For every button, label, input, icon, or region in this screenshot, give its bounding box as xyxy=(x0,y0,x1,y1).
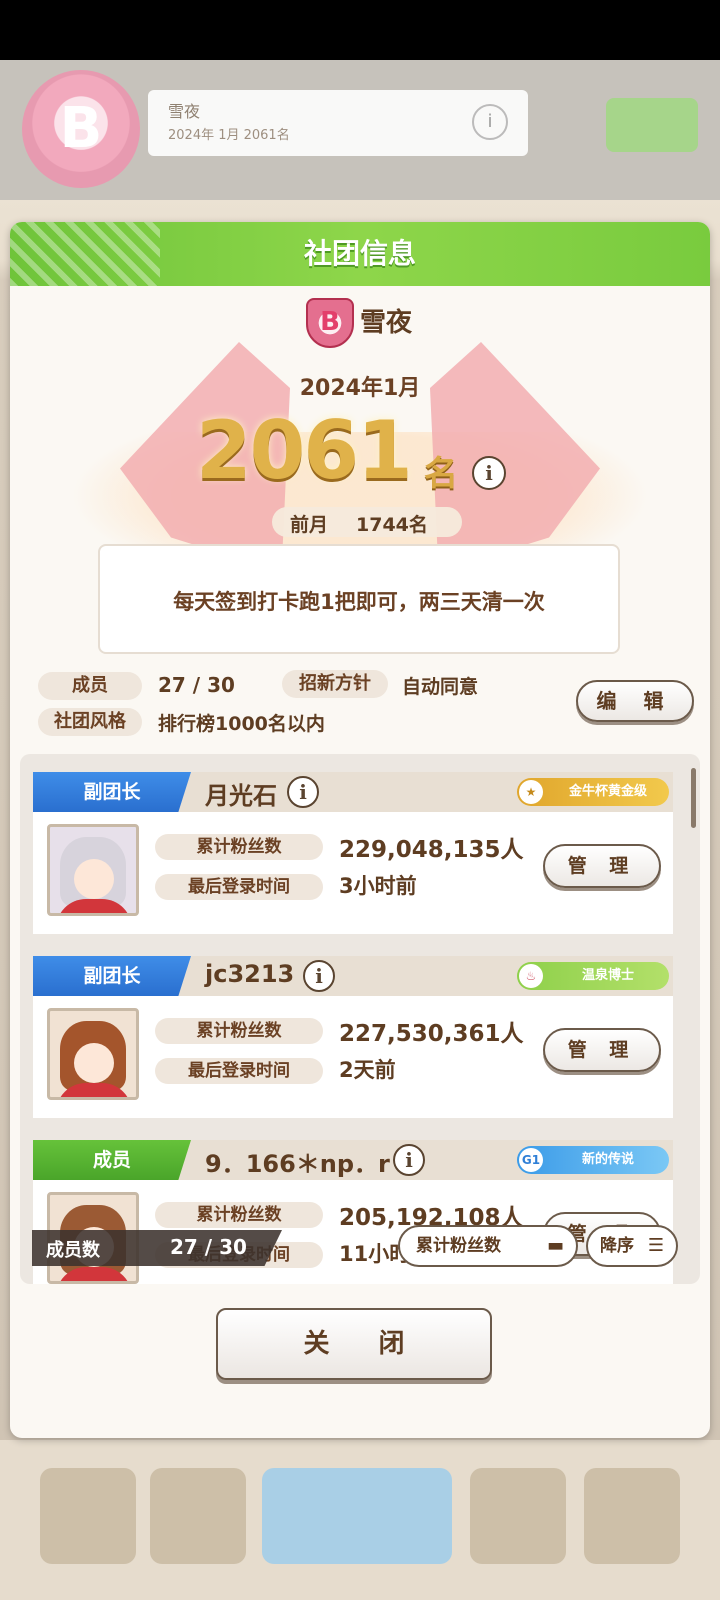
sort-order-button[interactable]: 降序 ☰ xyxy=(586,1225,678,1267)
last-login-label: 最后登录时间 xyxy=(155,1058,323,1084)
recruit-policy-label: 招新方针 xyxy=(282,670,388,698)
member-card-body: 累计粉丝数 227,530,361人 最后登录时间 2天前 管 理 xyxy=(33,996,673,1118)
ranking-unit: 名 xyxy=(424,454,458,494)
fans-label: 累计粉丝数 xyxy=(155,1202,323,1228)
member-list-scrollbar[interactable] xyxy=(691,768,696,828)
emblem-letter: B xyxy=(320,307,340,337)
background-tab-home xyxy=(262,1468,452,1564)
cards-icon: ▬ xyxy=(546,1235,564,1256)
previous-month-label: 前月 xyxy=(290,514,329,536)
fans-label: 累计粉丝数 xyxy=(155,1018,323,1044)
member-card-header: 副团长 月光石 i ★ 金牛杯黄金级 xyxy=(33,772,673,812)
ranking-number: 2061 xyxy=(196,404,413,497)
member-title-badge: ★ 金牛杯黄金级 xyxy=(517,778,669,806)
member-info-icon[interactable]: i xyxy=(393,1144,425,1176)
club-style-label: 社团风格 xyxy=(38,708,142,736)
fans-label: 累计粉丝数 xyxy=(155,834,323,860)
background-club-name-box: 雪夜 2024年 1月 2061名 i xyxy=(148,90,528,156)
member-list[interactable]: 副团长 月光石 i ★ 金牛杯黄金级 累计粉丝数 229,048,135人 最后登… xyxy=(20,754,700,1284)
sort-lines-icon: ☰ xyxy=(647,1235,664,1256)
previous-month-value: 1744名 xyxy=(356,514,428,536)
background-tab-4 xyxy=(470,1468,566,1564)
club-description: 每天签到打卡跑1把即可，两三天清一次 xyxy=(173,590,545,614)
sort-field-label: 累计粉丝数 xyxy=(416,1236,501,1256)
member-role: 副团长 xyxy=(33,956,191,996)
background-club-emblem: B xyxy=(22,70,140,188)
club-description-box: 每天签到打卡跑1把即可，两三天清一次 xyxy=(98,544,620,654)
dialog-header: 社团信息 xyxy=(10,222,710,286)
member-name: 9．166＊np．r xyxy=(205,1150,390,1178)
member-avatar[interactable] xyxy=(47,1008,139,1100)
sort-field-button[interactable]: 累计粉丝数 ▬ xyxy=(398,1225,578,1267)
background-club-name: 雪夜 xyxy=(168,102,201,121)
sort-order-label: 降序 xyxy=(600,1236,634,1256)
member-count-bar: 成员数 27 / 30 xyxy=(32,1230,282,1266)
club-info-dialog: 社团信息 B 雪夜 2024年1月 2061 名 i 前月 1744名 每天签到… xyxy=(10,222,710,1438)
manage-button[interactable]: 管 理 xyxy=(543,1028,661,1072)
member-card-body: 累计粉丝数 229,048,135人 最后登录时间 3小时前 管 理 xyxy=(33,812,673,934)
ranking-info-icon[interactable]: i xyxy=(472,456,506,490)
recruit-policy-value: 自动同意 xyxy=(402,676,479,698)
member-card-header: 成员 9．166＊np．r i G1 新的传说 xyxy=(33,1140,673,1180)
dialog-title: 社团信息 xyxy=(303,237,416,270)
g1-icon: G1 xyxy=(519,1148,543,1172)
member-role: 成员 xyxy=(33,1140,191,1180)
background-emblem-letter: B xyxy=(59,96,103,161)
last-login-value: 3小时前 xyxy=(339,874,417,898)
member-count-value: 27 / 30 xyxy=(170,1235,247,1259)
member-title-badge: ♨ 温泉博士 xyxy=(517,962,669,990)
background-green-button xyxy=(606,98,698,152)
members-value: 27 / 30 xyxy=(158,673,235,697)
background-tab-1 xyxy=(40,1468,136,1564)
hot-spring-icon: ♨ xyxy=(519,964,543,988)
member-info-icon[interactable]: i xyxy=(287,776,319,808)
background-club-rank: 2024年 1月 2061名 xyxy=(168,128,290,143)
member-title-text: 金牛杯黄金级 xyxy=(568,784,647,799)
member-avatar[interactable] xyxy=(47,824,139,916)
member-title-text: 温泉博士 xyxy=(581,968,634,983)
member-role: 副团长 xyxy=(33,772,191,812)
members-label: 成员 xyxy=(38,672,142,700)
last-login-value: 2天前 xyxy=(339,1058,396,1082)
background-tab-2 xyxy=(150,1468,246,1564)
member-name: 月光石 xyxy=(205,782,277,810)
fans-value: 227,530,361人 xyxy=(339,1021,524,1047)
member-card-header: 副团长 jc3213 i ♨ 温泉博士 xyxy=(33,956,673,996)
trophy-icon: ★ xyxy=(519,780,543,804)
close-button[interactable]: 关 闭 xyxy=(216,1308,492,1380)
background-info-icon: i xyxy=(472,104,508,140)
member-count-label: 成员数 xyxy=(46,1240,100,1261)
club-style-value: 排行榜1000名以内 xyxy=(158,713,325,735)
club-name: 雪夜 xyxy=(360,308,413,338)
member-title-badge: G1 新的传说 xyxy=(517,1146,669,1174)
background-tab-5 xyxy=(584,1468,680,1564)
ranking-month: 2024年1月 xyxy=(299,376,421,401)
status-bar xyxy=(0,0,720,60)
fans-value: 229,048,135人 xyxy=(339,837,524,863)
club-rank-emblem-icon: B xyxy=(302,292,358,352)
member-name: jc3213 xyxy=(205,960,295,988)
last-login-label: 最后登录时间 xyxy=(155,874,323,900)
member-card: 副团长 jc3213 i ♨ 温泉博士 累计粉丝数 227,530,361人 最后… xyxy=(33,956,673,1118)
member-card: 副团长 月光石 i ★ 金牛杯黄金级 累计粉丝数 229,048,135人 最后登… xyxy=(33,772,673,934)
edit-button[interactable]: 编 辑 xyxy=(576,680,694,722)
member-title-text: 新的传说 xyxy=(581,1152,634,1167)
member-info-icon[interactable]: i xyxy=(303,960,335,992)
manage-button[interactable]: 管 理 xyxy=(543,844,661,888)
previous-month-rank: 前月 1744名 xyxy=(272,507,462,537)
